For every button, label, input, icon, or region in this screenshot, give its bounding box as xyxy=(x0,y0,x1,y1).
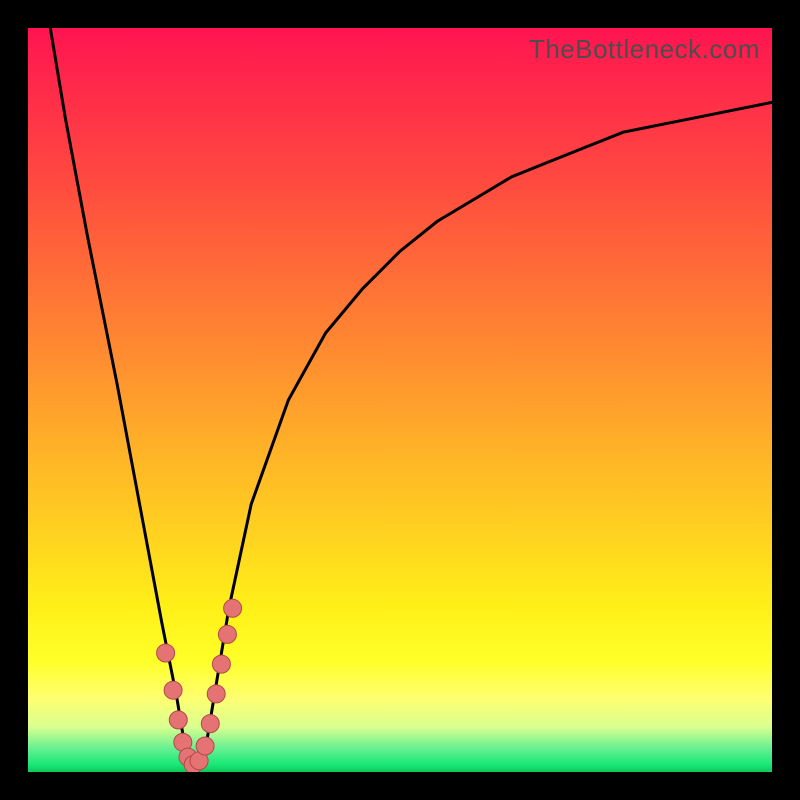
watermark-text: TheBottleneck.com xyxy=(529,34,760,65)
data-marker xyxy=(218,625,236,643)
chart-svg xyxy=(28,28,772,772)
data-marker xyxy=(224,599,242,617)
data-marker xyxy=(196,737,214,755)
data-marker xyxy=(212,655,230,673)
data-marker xyxy=(201,715,219,733)
data-marker xyxy=(164,681,182,699)
data-marker xyxy=(207,685,225,703)
data-marker xyxy=(157,644,175,662)
chart-frame: TheBottleneck.com xyxy=(0,0,800,800)
plot-area: TheBottleneck.com xyxy=(28,28,772,772)
data-marker xyxy=(169,711,187,729)
marker-group xyxy=(157,599,242,772)
